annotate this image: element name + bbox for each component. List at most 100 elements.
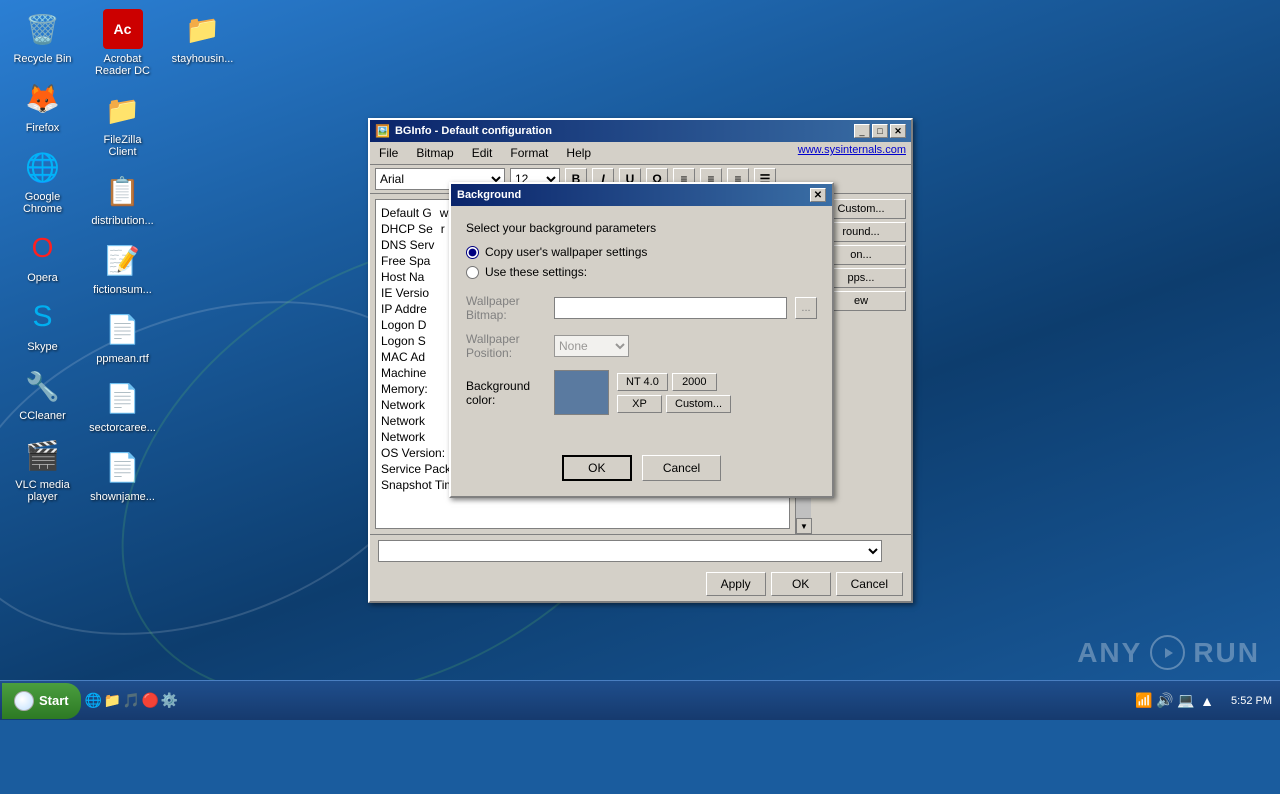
desktop-icon-skype[interactable]: S Skype	[5, 293, 80, 357]
background-color-row: Background color: NT 4.0 2000 XP Custom.…	[466, 370, 817, 415]
background-color-label: Background color:	[466, 379, 546, 407]
nt40-button[interactable]: NT 4.0	[617, 373, 668, 391]
dialog-body: Select your background parameters Copy u…	[451, 206, 832, 445]
background-dialog: Background ✕ Select your background para…	[449, 182, 834, 498]
filezilla-label: FileZilla Client	[89, 134, 156, 158]
desktop-icon-vlc[interactable]: 🎬 VLC media player	[5, 431, 80, 507]
desktop-icon-filezilla[interactable]: 📁 FileZilla Client	[85, 86, 160, 162]
explorer-quick-launch[interactable]: 📁	[105, 693, 121, 709]
filezilla-icon: 📁	[103, 90, 143, 130]
wallpaper-bitmap-input[interactable]	[554, 297, 787, 319]
desktop-icon-distribution[interactable]: 📋 distribution...	[85, 167, 160, 231]
desktop: 🗑️ Recycle Bin 🦊 Firefox 🌐 Google Chrome…	[0, 0, 1280, 720]
wallpaper-bitmap-label: Wallpaper Bitmap:	[466, 294, 546, 322]
desktop-icon-recycle-bin[interactable]: 🗑️ Recycle Bin	[5, 5, 80, 69]
color-btn-row1: NT 4.0 2000	[617, 373, 731, 391]
media-quick-launch[interactable]: 🎵	[124, 693, 140, 709]
xp-button[interactable]: XP	[617, 395, 662, 413]
minimize-button[interactable]: _	[854, 124, 870, 138]
desktop-icon-stayhousin[interactable]: 📁 stayhousin...	[165, 5, 240, 69]
radio-settings-input[interactable]	[466, 266, 479, 279]
network-tray-icon: 📶	[1136, 693, 1152, 709]
desktop-icon-acrobat[interactable]: Ac Acrobat Reader DC	[85, 5, 160, 81]
sysinternals-link[interactable]: www.sysinternals.com	[798, 144, 906, 162]
menu-format[interactable]: Format	[506, 144, 552, 162]
vlc-label: VLC media player	[9, 479, 76, 503]
shownjame-label: shownjame...	[90, 491, 155, 503]
desktop-icons-col3: 📁 stayhousin...	[165, 5, 240, 69]
desktop-icons-col2: Ac Acrobat Reader DC 📁 FileZilla Client …	[85, 5, 160, 507]
shownjame-icon: 📄	[103, 447, 143, 487]
menu-edit[interactable]: Edit	[468, 144, 497, 162]
radio-group: Copy user's wallpaper settings Use these…	[466, 245, 817, 279]
fictionsum-icon: 📝	[103, 240, 143, 280]
stayhousin-icon: 📁	[183, 9, 223, 49]
maximize-button[interactable]: □	[872, 124, 888, 138]
ccleaner-label: CCleaner	[19, 410, 65, 422]
menu-help[interactable]: Help	[562, 144, 595, 162]
wallpaper-browse-button[interactable]: ...	[795, 297, 817, 319]
desktop-icon-fictionsum[interactable]: 📝 fictionsum...	[85, 236, 160, 300]
cancel-button[interactable]: Cancel	[836, 572, 903, 596]
desktop-icon-firefox[interactable]: 🦊 Firefox	[5, 74, 80, 138]
sectorcaree-label: sectorcaree...	[89, 422, 156, 434]
ie-quick-launch[interactable]: 🌐	[86, 693, 102, 709]
dialog-footer: OK Cancel	[451, 445, 832, 496]
color-btn-row2: XP Custom...	[617, 395, 731, 413]
opera-label: Opera	[27, 272, 58, 284]
bginfo-bottom-row	[370, 534, 911, 567]
desktop-icon-ppmean[interactable]: 📄 ppmean.rtf	[85, 305, 160, 369]
vlc-icon: 🎬	[23, 435, 63, 475]
wallpaper-position-label: Wallpaper Position:	[466, 332, 546, 360]
dialog-close-button[interactable]: ✕	[810, 188, 826, 202]
taskbar: Start 🌐 📁 🎵 🔴 ⚙️ 📶 🔊 💻 ▲ 5:52 PM	[0, 680, 1280, 720]
close-button[interactable]: ✕	[890, 124, 906, 138]
desktop-icons-col1: 🗑️ Recycle Bin 🦊 Firefox 🌐 Google Chrome…	[5, 5, 80, 507]
desktop-icon-sectorcaree[interactable]: 📄 sectorcaree...	[85, 374, 160, 438]
windows-orb-icon	[14, 691, 34, 711]
recycle-bin-icon: 🗑️	[23, 9, 63, 49]
desktop-icon-shownjame[interactable]: 📄 shownjame...	[85, 443, 160, 507]
system-tray: 📶 🔊 💻 ▲	[1128, 693, 1223, 709]
volume-tray-icon: 🔊	[1157, 693, 1173, 709]
taskbar-middle: 🌐 📁 🎵 🔴 ⚙️	[81, 693, 1128, 709]
anyrun-watermark: ANY RUN	[1077, 635, 1260, 670]
scroll-down-button[interactable]: ▼	[796, 518, 812, 534]
2000-button[interactable]: 2000	[672, 373, 717, 391]
apply-button[interactable]: Apply	[706, 572, 766, 596]
anyrun-play-icon	[1150, 635, 1185, 670]
radio-copy-label: Copy user's wallpaper settings	[485, 245, 647, 259]
wallpaper-bitmap-row: Wallpaper Bitmap: ...	[466, 294, 817, 322]
radio-copy-input[interactable]	[466, 246, 479, 259]
settings-quick-launch[interactable]: ⚙️	[162, 693, 178, 709]
stayhousin-label: stayhousin...	[172, 53, 234, 65]
skype-label: Skype	[27, 341, 58, 353]
color-buttons: NT 4.0 2000 XP Custom...	[617, 373, 731, 413]
desktop-icon-opera[interactable]: O Opera	[5, 224, 80, 288]
anyrun-run-text: RUN	[1193, 637, 1260, 669]
menu-file[interactable]: File	[375, 144, 402, 162]
dialog-title: Background	[457, 189, 521, 201]
sectorcaree-icon: 📄	[103, 378, 143, 418]
arrow-tray-icon: ▲	[1199, 693, 1215, 709]
ccleaner-icon: 🔧	[23, 366, 63, 406]
dialog-ok-button[interactable]: OK	[562, 455, 632, 481]
firefox-icon: 🦊	[23, 78, 63, 118]
desktop-icon-chrome[interactable]: 🌐 Google Chrome	[5, 143, 80, 219]
bginfo-titlebar: 🖼️ BGInfo - Default configuration _ □ ✕	[370, 120, 911, 142]
field-list-select[interactable]	[378, 540, 882, 562]
custom-color-button[interactable]: Custom...	[666, 395, 731, 413]
ok-button[interactable]: OK	[771, 572, 831, 596]
start-button[interactable]: Start	[2, 683, 81, 719]
security-quick-launch[interactable]: 🔴	[143, 693, 159, 709]
wallpaper-position-select[interactable]: None	[554, 335, 629, 357]
dialog-section-title: Select your background parameters	[466, 221, 817, 235]
radio-use-settings[interactable]: Use these settings:	[466, 265, 817, 279]
dialog-cancel-button[interactable]: Cancel	[642, 455, 721, 481]
radio-copy-wallpaper[interactable]: Copy user's wallpaper settings	[466, 245, 817, 259]
dialog-titlebar: Background ✕	[451, 184, 832, 206]
skype-icon: S	[23, 297, 63, 337]
bginfo-menubar: File Bitmap Edit Format Help www.sysinte…	[370, 142, 911, 165]
menu-bitmap[interactable]: Bitmap	[412, 144, 457, 162]
desktop-icon-ccleaner[interactable]: 🔧 CCleaner	[5, 362, 80, 426]
